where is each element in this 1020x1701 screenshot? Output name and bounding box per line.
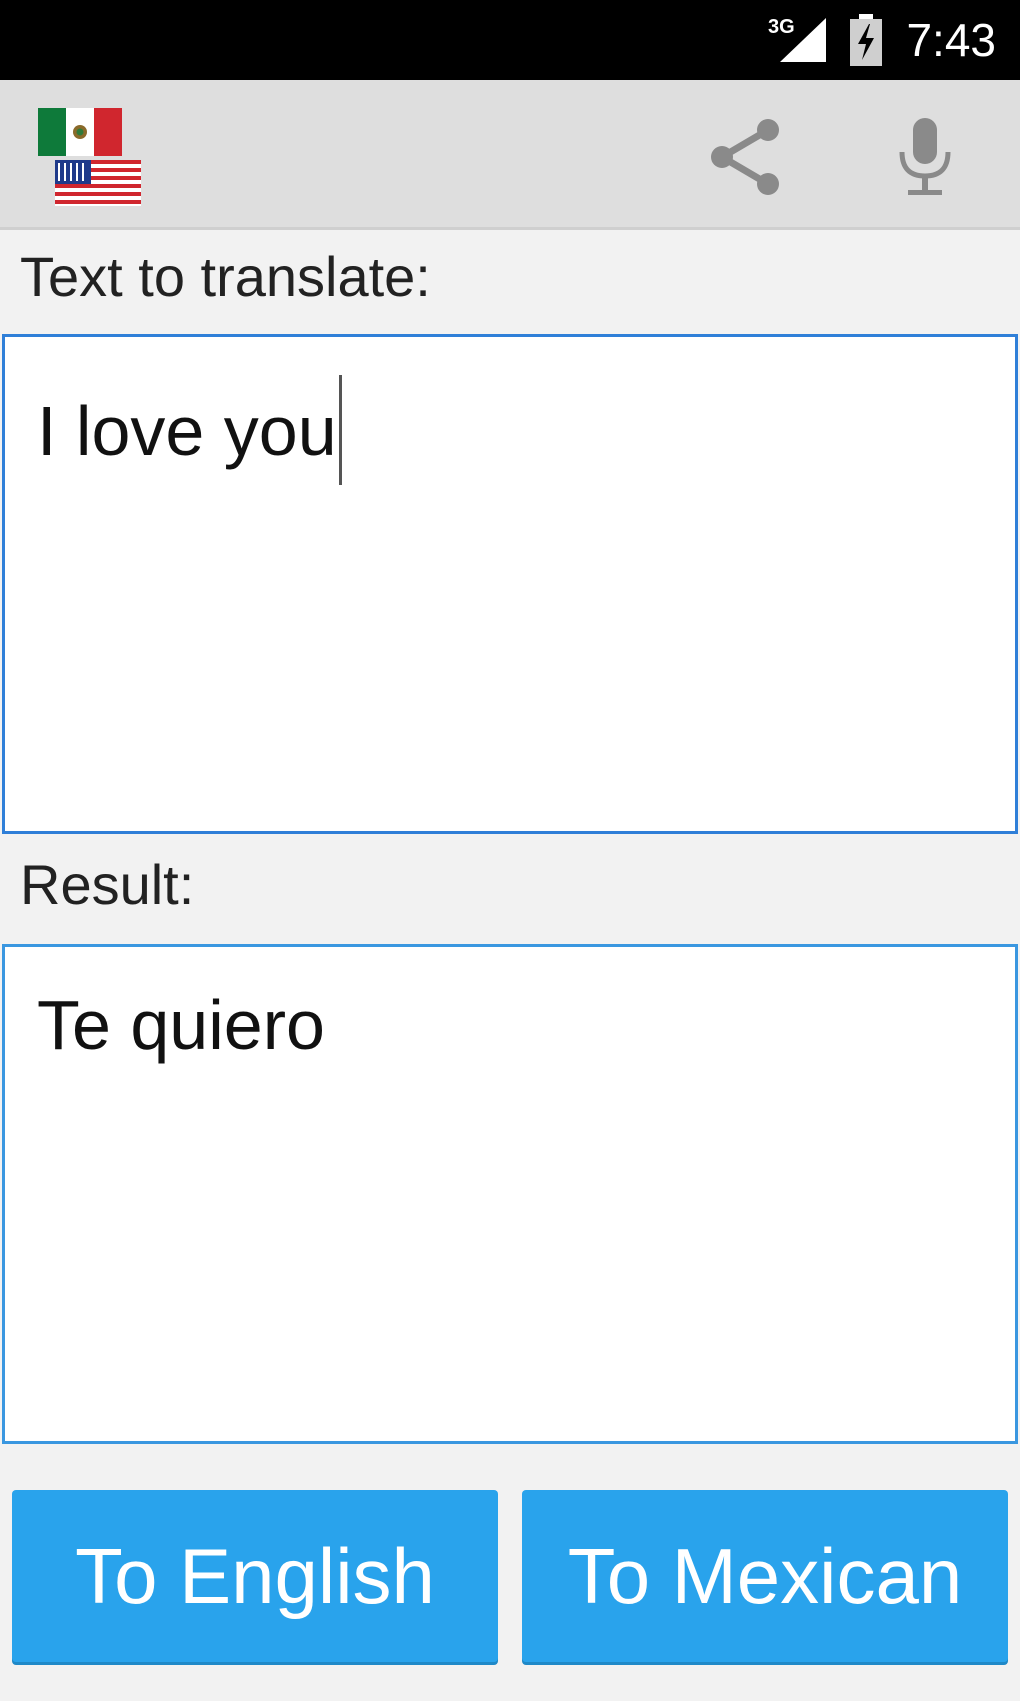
- action-bar: [0, 80, 1020, 230]
- text-cursor: [338, 375, 342, 485]
- input-label: Text to translate:: [20, 245, 431, 308]
- source-text-value: I love you: [37, 392, 337, 470]
- share-icon[interactable]: [700, 112, 790, 202]
- result-label: Result:: [20, 853, 195, 916]
- result-text-value: Te quiero: [37, 986, 325, 1064]
- mexico-usa-flags-logo[interactable]: [38, 108, 148, 208]
- status-bar: 3G 7:43: [0, 0, 1020, 80]
- to-mexican-button[interactable]: To Mexican: [522, 1490, 1008, 1662]
- source-text-field[interactable]: I love you: [2, 334, 1018, 834]
- status-clock: 7:43: [906, 14, 996, 66]
- to-english-button[interactable]: To English: [12, 1490, 498, 1662]
- app-screen: 3G 7:43 Text to translate: I love you Re…: [0, 0, 1020, 1701]
- result-text-field[interactable]: Te quiero: [2, 944, 1018, 1444]
- battery-charging-icon: [850, 14, 882, 66]
- microphone-icon[interactable]: [880, 112, 970, 202]
- signal-icon: [780, 18, 826, 62]
